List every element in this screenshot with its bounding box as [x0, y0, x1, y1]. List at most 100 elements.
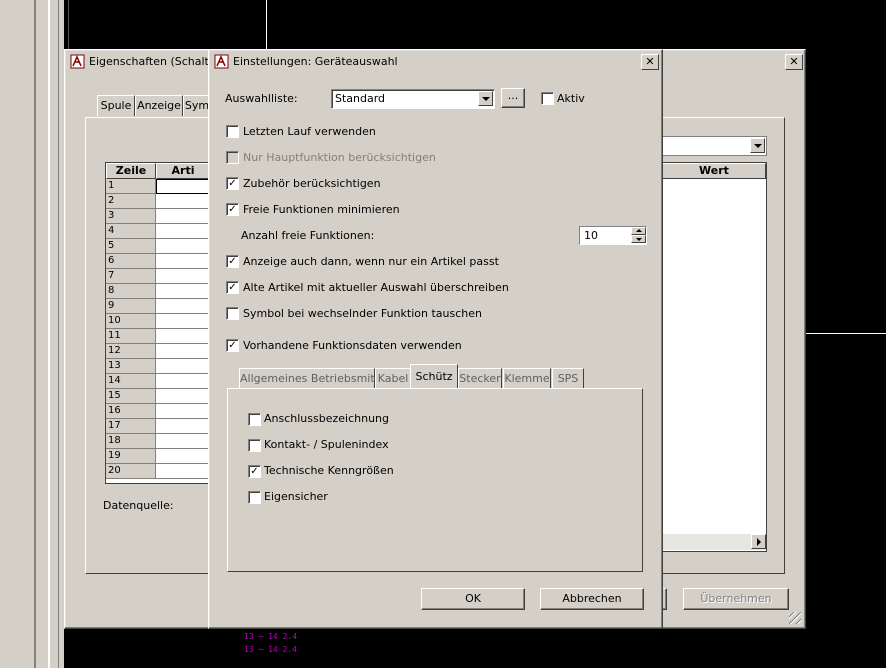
technical-parameters-checkbox[interactable]: ✓ [248, 465, 261, 478]
horizontal-scrollbar[interactable] [662, 534, 766, 550]
grid-row-header[interactable]: 3 [106, 209, 156, 224]
tab-allgemeines-betriebsmittel[interactable]: Allgemeines Betriebsmittel [239, 368, 389, 389]
grid-cell[interactable] [156, 224, 210, 239]
grid-cell[interactable] [156, 344, 210, 359]
minimize-free-functions-checkbox[interactable]: ✓ [226, 203, 239, 216]
overwrite-articles-label: Alte Artikel mit aktueller Auswahl übers… [243, 281, 509, 294]
grid-row-header[interactable]: 9 [106, 299, 156, 314]
existing-data-checkbox[interactable]: ✓ [226, 339, 239, 352]
chevron-down-icon[interactable] [750, 138, 765, 153]
grid-header-zeile: Zeile [106, 163, 156, 179]
main-function-label: Nur Hauptfunktion berücksichtigen [243, 151, 436, 164]
grid-row-header[interactable]: 11 [106, 329, 156, 344]
grid-row-header[interactable]: 13 [106, 359, 156, 374]
main-function-checkbox[interactable] [226, 151, 239, 164]
show-single-article-checkbox[interactable]: ✓ [226, 255, 239, 268]
grid-row-header[interactable]: 4 [106, 224, 156, 239]
grid-row-header[interactable]: 8 [106, 284, 156, 299]
grid-row-header[interactable]: 2 [106, 194, 156, 209]
technical-parameters-label: Technische Kenngrößen [264, 464, 394, 477]
overwrite-articles-checkbox[interactable]: ✓ [226, 281, 239, 294]
intrinsically-safe-label: Eigensicher [264, 490, 328, 503]
grid-row-header[interactable]: 1 [106, 179, 156, 194]
grid-cell[interactable] [156, 464, 210, 479]
swap-symbol-checkbox[interactable] [226, 307, 239, 320]
tab-klemme[interactable]: Klemme [503, 368, 551, 389]
grid-row-header[interactable]: 6 [106, 254, 156, 269]
grid-cell[interactable] [156, 284, 210, 299]
close-icon[interactable]: ✕ [641, 54, 659, 70]
selection-label: Auswahlliste: [225, 92, 298, 105]
active-checkbox[interactable] [541, 92, 554, 105]
spin-up-icon[interactable] [631, 227, 646, 235]
grid-row-header[interactable]: 19 [106, 449, 156, 464]
grid-cell[interactable] [156, 314, 210, 329]
properties-close-icon[interactable]: ✕ [785, 54, 803, 70]
grid-row-header[interactable]: 17 [106, 419, 156, 434]
tab-anzeige[interactable]: Anzeige [135, 95, 183, 116]
browse-button[interactable]: ... [501, 88, 525, 108]
scroll-right-icon[interactable] [751, 534, 766, 549]
grid-cell[interactable] [156, 419, 210, 434]
app-icon [70, 54, 85, 69]
grid-row-header[interactable]: 12 [106, 344, 156, 359]
grid-cell[interactable] [156, 254, 210, 269]
grid-row-header[interactable]: 7 [106, 269, 156, 284]
active-label: Aktiv [557, 92, 585, 105]
grid-cell[interactable] [156, 239, 210, 254]
resize-grip-icon[interactable] [789, 612, 801, 624]
connection-designation-checkbox[interactable] [248, 413, 261, 426]
ok-button[interactable]: OK [421, 588, 525, 610]
tab-stecker[interactable]: Stecker [458, 368, 502, 389]
last-run-checkbox[interactable] [226, 125, 239, 138]
chevron-down-icon[interactable] [478, 91, 493, 106]
last-run-label: Letzten Lauf verwenden [243, 125, 376, 138]
spin-down-icon[interactable] [631, 235, 646, 243]
properties-grid: Zeile Arti 1 2 3 4 5 6 7 8 9 10 11 12 13 14 15 16 17 18 19… [105, 162, 211, 484]
selection-combo[interactable]: Standard [331, 89, 495, 109]
grid-cell[interactable] [156, 209, 210, 224]
tab-spule[interactable]: Spule [97, 95, 135, 116]
grid-row-header[interactable]: 18 [106, 434, 156, 449]
grid-cell[interactable] [156, 299, 210, 314]
connection-designation-label: Anschlussbezeichnung [264, 412, 390, 425]
tab-kabel[interactable]: Kabel [375, 368, 411, 389]
minimize-free-functions-label: Freie Funktionen minimieren [243, 203, 400, 216]
grid-row-header[interactable]: 10 [106, 314, 156, 329]
free-functions-spinner[interactable]: 10 [579, 226, 647, 245]
accessories-label: Zubehör berücksichtigen [243, 177, 381, 190]
settings-dialog: Einstellungen: Geräteauswahl ✕ Auswahlli… [208, 49, 663, 629]
tab-schutz[interactable]: Schütz [410, 364, 458, 388]
cancel-button[interactable]: Abbrechen [540, 588, 644, 610]
grid-cell[interactable] [156, 389, 210, 404]
contact-coil-index-checkbox[interactable] [248, 439, 261, 452]
intrinsically-safe-checkbox[interactable] [248, 491, 261, 504]
grid-cell[interactable] [156, 374, 210, 389]
grid-cell[interactable] [156, 404, 210, 419]
grid-row-header[interactable]: 15 [106, 389, 156, 404]
swap-symbol-label: Symbol bei wechselnder Funktion tauschen [243, 307, 482, 320]
left-panel-divider-3 [58, 0, 59, 668]
grid-cell[interactable] [156, 269, 210, 284]
grid-cell[interactable] [156, 179, 210, 194]
settings-title: Einstellungen: Geräteauswahl [233, 55, 398, 68]
grid-cell[interactable] [156, 359, 210, 374]
grid-cell[interactable] [156, 449, 210, 464]
tab-sps[interactable]: SPS [552, 368, 584, 389]
tab-sym[interactable]: Sym [183, 95, 211, 116]
left-panel-divider-2 [48, 0, 50, 668]
properties-right-combo[interactable] [661, 136, 767, 156]
left-panel-strip [0, 0, 64, 668]
grid-cell[interactable] [156, 329, 210, 344]
grid-row-header[interactable]: 16 [106, 404, 156, 419]
grid-row-header[interactable]: 5 [106, 239, 156, 254]
properties-title: Eigenschaften (Schalt [89, 55, 209, 68]
accessories-checkbox[interactable]: ✓ [226, 177, 239, 190]
free-functions-label: Anzahl freie Funktionen: [241, 229, 375, 242]
show-single-article-label: Anzeige auch dann, wenn nur ein Artikel … [243, 255, 499, 268]
grid-row-header[interactable]: 14 [106, 374, 156, 389]
grid-cell[interactable] [156, 434, 210, 449]
grid-cell[interactable] [156, 194, 210, 209]
grid-row-header[interactable]: 20 [106, 464, 156, 479]
ubernehmen-button[interactable]: Übernehmen [683, 588, 789, 610]
